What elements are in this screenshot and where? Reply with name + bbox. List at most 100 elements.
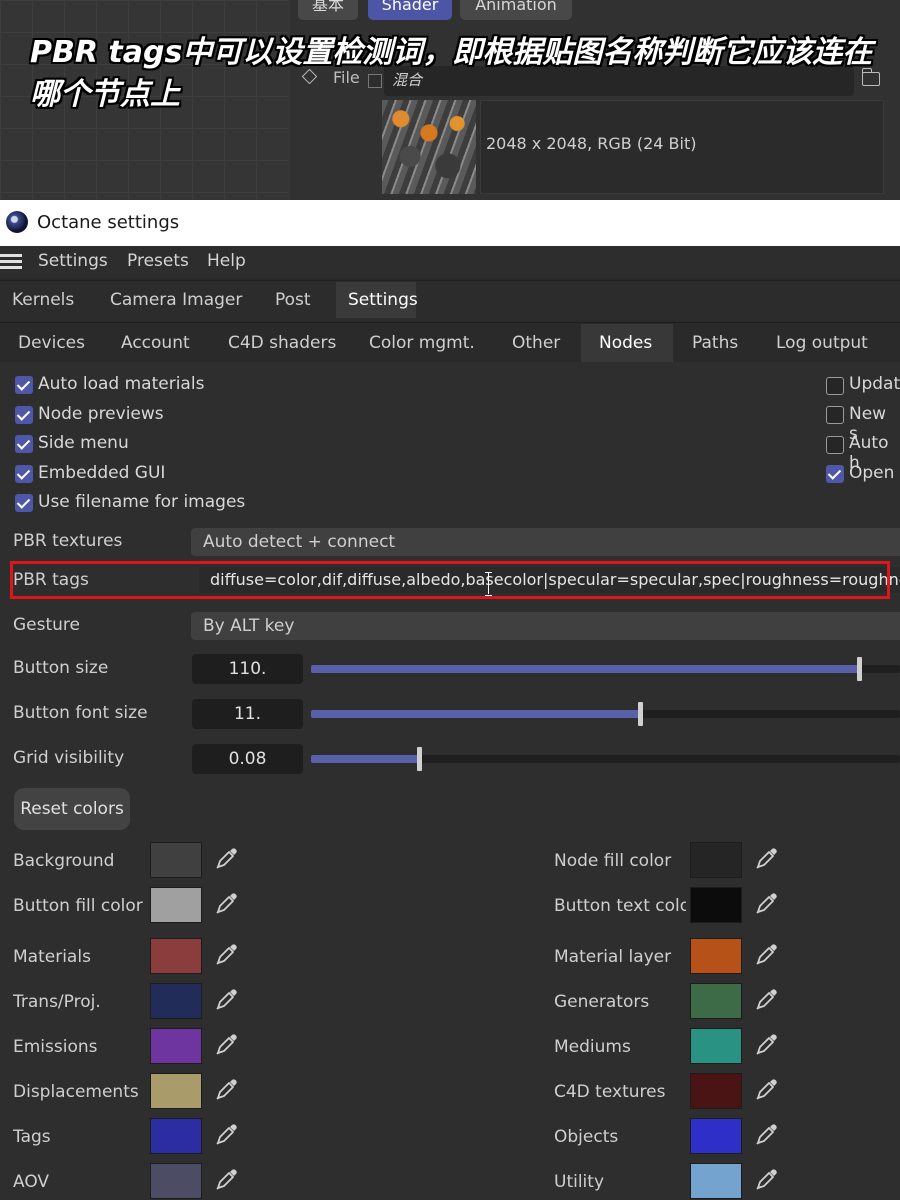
eyedropper-icon[interactable]: [214, 845, 240, 871]
node-fill-color-color-label: Node fill color: [554, 851, 672, 871]
eyedropper-icon[interactable]: [214, 1031, 240, 1057]
hamburger-menu-icon[interactable]: [0, 254, 22, 270]
slider-fill: [311, 755, 419, 763]
eyedropper-icon[interactable]: [754, 1031, 780, 1057]
button-size-slider[interactable]: [311, 657, 900, 681]
menu-presets[interactable]: Presets: [127, 251, 189, 271]
slider-fill: [311, 665, 859, 673]
tags-color-label: Tags: [13, 1127, 51, 1147]
button-font-size-slider[interactable]: [311, 702, 900, 726]
new-checkbox[interactable]: [826, 406, 844, 424]
use-filename-checkbox[interactable]: [15, 494, 33, 512]
objects-color-label: Objects: [554, 1127, 619, 1147]
eyedropper-icon[interactable]: [214, 986, 240, 1012]
displacements-color-label: Displacements: [13, 1082, 139, 1102]
tab-color-mgmt[interactable]: Color mgmt.: [351, 324, 493, 362]
auto-checkbox[interactable]: [826, 436, 844, 454]
button-size-label: Button size: [13, 658, 109, 678]
auto-load-materials-checkbox[interactable]: [15, 376, 33, 394]
pbr-textures-dropdown[interactable]: Auto detect + connect: [191, 528, 900, 556]
displacements-color-swatch[interactable]: [150, 1073, 202, 1109]
emissions-color-label: Emissions: [13, 1037, 98, 1057]
utility-color-swatch[interactable]: [690, 1163, 742, 1199]
tags-color-swatch[interactable]: [150, 1118, 202, 1154]
material-layer-color-swatch[interactable]: [690, 938, 742, 974]
button-font-size-label: Button font size: [13, 703, 148, 723]
eyedropper-icon[interactable]: [754, 986, 780, 1012]
aov-color-swatch[interactable]: [150, 1163, 202, 1199]
button-text-colo-color-swatch[interactable]: [690, 887, 742, 923]
eyedropper-icon[interactable]: [754, 941, 780, 967]
pbr-textures-label: PBR textures: [13, 531, 123, 551]
eyedropper-icon[interactable]: [214, 1166, 240, 1192]
tab-nodes[interactable]: Nodes: [581, 324, 673, 362]
grid-visibility-slider[interactable]: [311, 747, 900, 771]
auto-load-materials-label: Auto load materials: [38, 374, 205, 394]
tab-settings[interactable]: Settings: [336, 282, 418, 318]
button-font-size-field[interactable]: 11.: [192, 699, 303, 729]
embedded-gui-checkbox[interactable]: [15, 465, 33, 483]
eyedropper-icon[interactable]: [754, 845, 780, 871]
background-color-label: Background: [13, 851, 115, 871]
tab-log-output[interactable]: Log output: [758, 324, 886, 362]
emissions-color-swatch[interactable]: [150, 1028, 202, 1064]
mediums-color-label: Mediums: [554, 1037, 631, 1057]
trans-proj-color-swatch[interactable]: [150, 983, 202, 1019]
window-title: Octane settings: [37, 212, 180, 233]
video-caption: PBR tags中可以设置检测词，即根据贴图名称判断它应该连在哪个节点上: [30, 35, 873, 112]
tab-shader[interactable]: Shader: [368, 0, 452, 20]
menu-settings[interactable]: Settings: [38, 251, 108, 271]
grid-visibility-label: Grid visibility: [13, 748, 125, 768]
button-size-field[interactable]: 110.: [192, 654, 303, 684]
materials-color-label: Materials: [13, 947, 91, 967]
side-menu-checkbox[interactable]: [15, 435, 33, 453]
mediums-color-swatch[interactable]: [690, 1028, 742, 1064]
generators-color-label: Generators: [554, 992, 650, 1012]
tab-devices[interactable]: Devices: [0, 324, 103, 362]
generators-color-swatch[interactable]: [690, 983, 742, 1019]
materials-color-swatch[interactable]: [150, 938, 202, 974]
tab-account[interactable]: Account: [103, 324, 208, 362]
tab-animation[interactable]: Animation: [460, 0, 572, 20]
objects-color-swatch[interactable]: [690, 1118, 742, 1154]
texture-info: 2048 x 2048, RGB (24 Bit): [486, 134, 697, 153]
gesture-label: Gesture: [13, 615, 81, 635]
eyedropper-icon[interactable]: [754, 1121, 780, 1147]
tab-paths[interactable]: Paths: [674, 324, 756, 362]
tab-c4d-shaders[interactable]: C4D shaders: [210, 324, 354, 362]
eyedropper-icon[interactable]: [754, 890, 780, 916]
eyedropper-icon[interactable]: [214, 941, 240, 967]
utility-color-label: Utility: [554, 1172, 605, 1192]
node-previews-label: Node previews: [38, 404, 164, 424]
node-fill-color-color-swatch[interactable]: [690, 842, 742, 878]
c4d-textures-color-label: C4D textures: [554, 1082, 666, 1102]
open-checkbox[interactable]: [826, 465, 844, 483]
nodes-settings-panel: [0, 362, 900, 1200]
grid-visibility-field[interactable]: 0.08: [192, 744, 303, 774]
node-previews-checkbox[interactable]: [15, 406, 33, 424]
aov-color-label: AOV: [13, 1172, 50, 1192]
tab-post[interactable]: Post: [263, 282, 323, 318]
tab-camera-imager[interactable]: Camera Imager: [98, 282, 254, 318]
screen: 基本 Shader Animation File ⌄ 混合 2048 x 204…: [0, 0, 900, 1200]
c4d-textures-color-swatch[interactable]: [690, 1073, 742, 1109]
tab-basic[interactable]: 基本: [298, 0, 358, 20]
tab-other[interactable]: Other: [494, 324, 578, 362]
eyedropper-icon[interactable]: [754, 1166, 780, 1192]
eyedropper-icon[interactable]: [214, 890, 240, 916]
reset-colors-button[interactable]: Reset colors: [14, 788, 130, 830]
gesture-dropdown[interactable]: By ALT key: [191, 612, 900, 640]
embedded-gui-label: Embedded GUI: [38, 463, 166, 483]
button-fill-color-color-swatch[interactable]: [150, 887, 202, 923]
eyedropper-icon[interactable]: [214, 1121, 240, 1147]
slider-handle[interactable]: [638, 702, 643, 726]
eyedropper-icon[interactable]: [754, 1076, 780, 1102]
use-filename-label: Use filename for images: [38, 492, 246, 512]
update-checkbox[interactable]: [826, 377, 844, 395]
background-color-swatch[interactable]: [150, 842, 202, 878]
menu-help[interactable]: Help: [207, 251, 246, 271]
slider-handle[interactable]: [857, 657, 862, 681]
eyedropper-icon[interactable]: [214, 1076, 240, 1102]
tab-kernels[interactable]: Kernels: [0, 282, 86, 318]
slider-handle[interactable]: [417, 747, 422, 771]
